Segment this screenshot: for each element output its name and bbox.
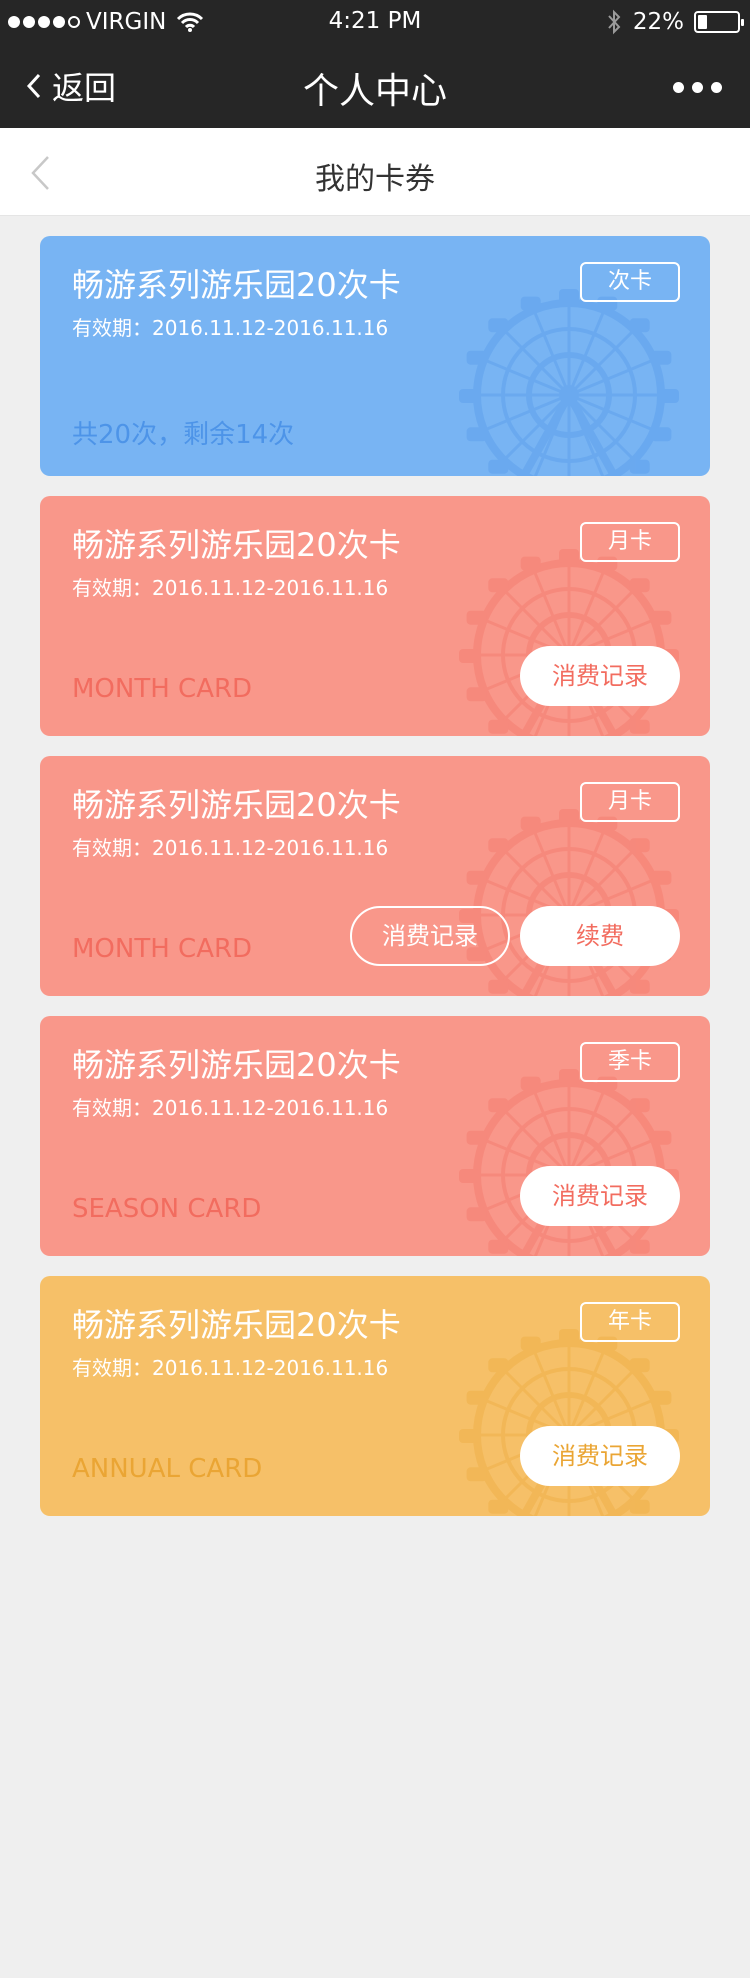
- card-validity: 有效期：2016.11.12-2016.11.16: [72, 316, 389, 340]
- nav-bar: 返回 个人中心: [0, 44, 750, 128]
- bluetooth-icon: [608, 9, 621, 35]
- card-title: 畅游系列游乐园20次卡: [72, 786, 401, 824]
- card-month[interactable]: 畅游系列游乐园20次卡 有效期：2016.11.12-2016.11.16 月卡…: [40, 756, 710, 996]
- card-times[interactable]: 畅游系列游乐园20次卡 有效期：2016.11.12-2016.11.16 次卡…: [40, 236, 710, 476]
- card-season[interactable]: 畅游系列游乐园20次卡 有效期：2016.11.12-2016.11.16 季卡…: [40, 1016, 710, 1256]
- page-header: 我的卡券: [0, 128, 750, 216]
- card-title: 畅游系列游乐园20次卡: [72, 1046, 401, 1084]
- card-validity: 有效期：2016.11.12-2016.11.16: [72, 576, 389, 600]
- page-title: 我的卡券: [315, 162, 435, 197]
- card-type-tag: 次卡: [580, 262, 680, 302]
- card-caption: MONTH CARD: [72, 934, 253, 964]
- card-title: 畅游系列游乐园20次卡: [72, 266, 401, 304]
- status-bar: VIRGIN 4:21 PM 22%: [0, 0, 750, 44]
- records-button[interactable]: 消费记录: [520, 1166, 680, 1226]
- card-caption: MONTH CARD: [72, 674, 253, 704]
- card-type-tag: 季卡: [580, 1042, 680, 1082]
- battery-level: [698, 15, 707, 29]
- card-validity: 有效期：2016.11.12-2016.11.16: [72, 1096, 389, 1120]
- card-caption: ANNUAL CARD: [72, 1454, 263, 1484]
- card-type-tag: 月卡: [580, 782, 680, 822]
- status-right: 22%: [605, 8, 744, 36]
- card-validity: 有效期：2016.11.12-2016.11.16: [72, 836, 389, 860]
- card-type-tag: 年卡: [580, 1302, 680, 1342]
- more-icon[interactable]: [673, 82, 722, 93]
- records-button[interactable]: 消费记录: [520, 1426, 680, 1486]
- records-button[interactable]: 消费记录: [350, 906, 510, 966]
- card-title: 畅游系列游乐园20次卡: [72, 526, 401, 564]
- battery-percent: 22%: [632, 9, 684, 35]
- card-annual[interactable]: 畅游系列游乐园20次卡 有效期：2016.11.12-2016.11.16 年卡…: [40, 1276, 710, 1516]
- card-type-tag: 月卡: [580, 522, 680, 562]
- card-caption: SEASON CARD: [72, 1194, 262, 1224]
- card-title: 畅游系列游乐园20次卡: [72, 1306, 401, 1344]
- records-button[interactable]: 消费记录: [520, 646, 680, 706]
- card-month[interactable]: 畅游系列游乐园20次卡 有效期：2016.11.12-2016.11.16 月卡…: [40, 496, 710, 736]
- card-remaining: 共20次，剩余14次: [72, 420, 295, 450]
- card-validity: 有效期：2016.11.12-2016.11.16: [72, 1356, 389, 1380]
- battery-icon: [694, 11, 744, 33]
- nav-title: 个人中心: [302, 71, 447, 112]
- renew-button[interactable]: 续费: [520, 906, 680, 966]
